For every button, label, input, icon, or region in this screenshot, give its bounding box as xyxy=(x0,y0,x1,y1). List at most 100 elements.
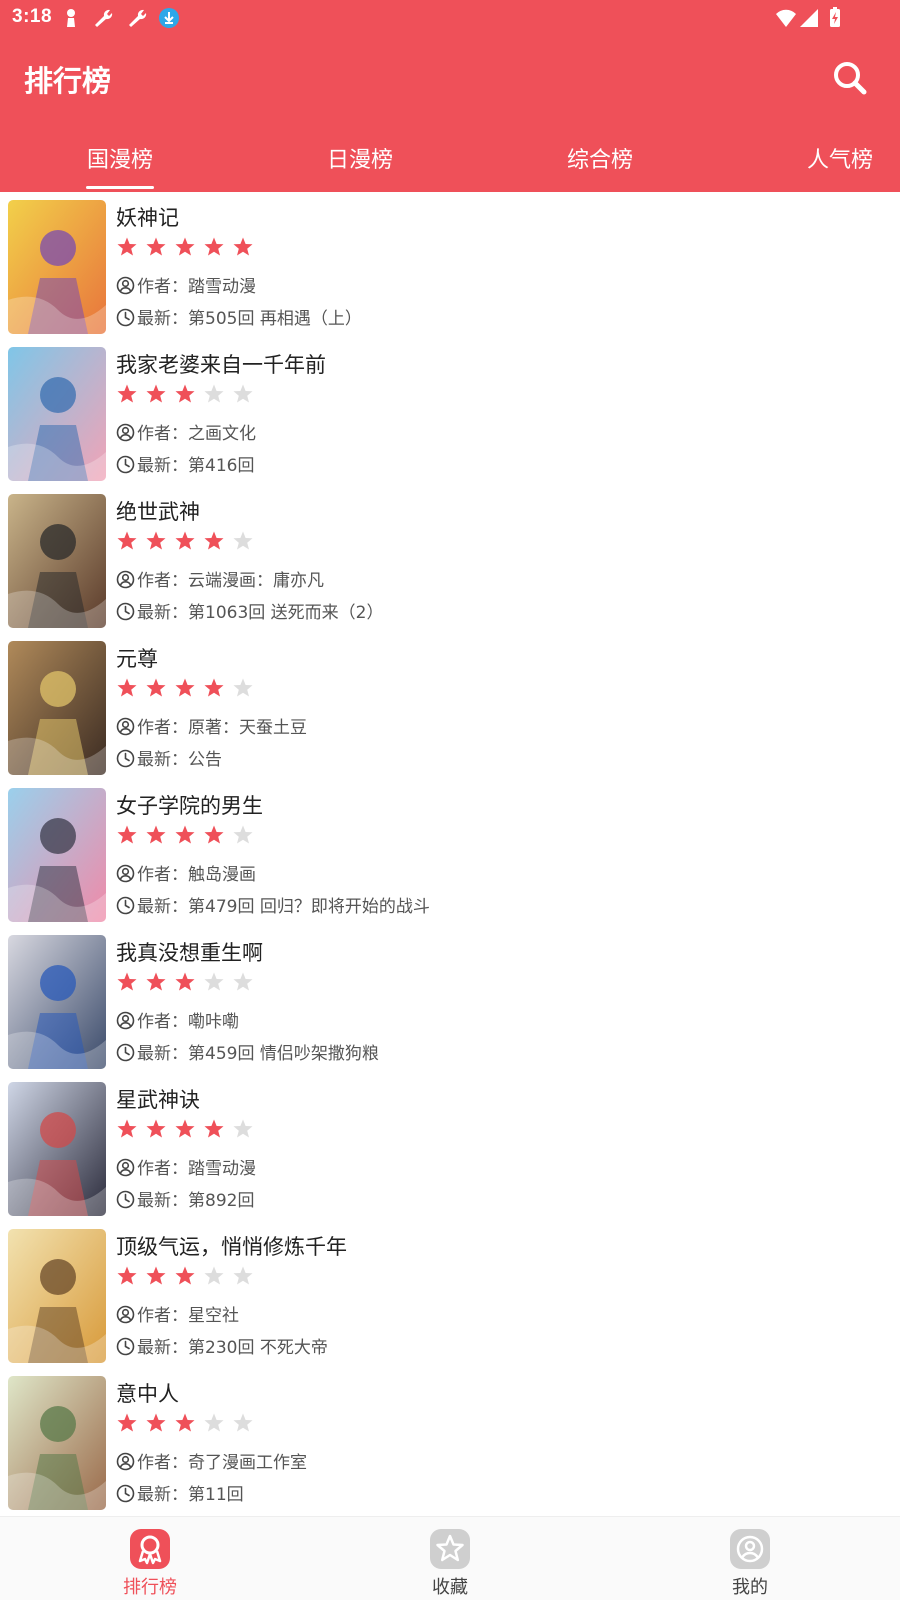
user-circle-icon xyxy=(116,864,135,883)
star-icon xyxy=(232,1265,254,1287)
star-icon xyxy=(174,677,196,699)
latest-chapter: 第505回 再相遇（上） xyxy=(188,309,362,329)
user-circle-icon xyxy=(116,717,135,736)
comic-latest-chapter: 最新：第11回 xyxy=(116,1480,244,1505)
author-prefix: 作者： xyxy=(137,424,188,444)
user-circle-icon xyxy=(116,1011,135,1030)
active-tab-indicator xyxy=(86,186,154,189)
nav-profile-label: 我的 xyxy=(732,1577,768,1598)
star-icon xyxy=(232,971,254,993)
latest-chapter: 第230回 不死大帝 xyxy=(188,1338,328,1358)
star-icon xyxy=(145,236,167,258)
comic-cover[interactable] xyxy=(8,1082,106,1216)
nav-ranking-label: 排行榜 xyxy=(123,1577,177,1598)
comic-cover[interactable] xyxy=(8,347,106,481)
comic-latest-chapter: 最新：第892回 xyxy=(116,1186,254,1211)
comic-cover[interactable] xyxy=(8,1376,106,1510)
star-icon xyxy=(232,383,254,405)
star-icon xyxy=(145,1118,167,1140)
list-item[interactable]: 元尊 作者：原著：天蚕土豆 最新：公告 xyxy=(0,633,900,783)
tab-zonghe[interactable]: 综合榜 xyxy=(530,142,670,192)
list-item[interactable]: 绝世武神 作者：云端漫画：庸亦凡 最新：第1063回 送死而来（2） xyxy=(0,486,900,636)
star-icon xyxy=(203,530,225,552)
comic-latest-chapter: 最新：第505回 再相遇（上） xyxy=(116,304,362,329)
latest-chapter: 公告 xyxy=(188,750,222,770)
nav-ranking[interactable]: 排行榜 xyxy=(0,1517,300,1600)
star-icon xyxy=(203,971,225,993)
comic-latest-chapter: 最新：第230回 不死大帝 xyxy=(116,1333,328,1358)
author-name: 触岛漫画 xyxy=(188,865,256,885)
user-circle-icon xyxy=(116,423,135,442)
latest-prefix: 最新： xyxy=(137,1191,188,1211)
clock-icon xyxy=(116,455,135,474)
author-prefix: 作者： xyxy=(137,1306,188,1326)
author-name: 原著：天蚕土豆 xyxy=(188,718,307,738)
author-name: 踏雪动漫 xyxy=(188,277,256,297)
star-icon xyxy=(145,383,167,405)
latest-chapter: 第1063回 送死而来（2） xyxy=(188,603,384,623)
tab-guoman[interactable]: 国漫榜 xyxy=(50,142,190,192)
comic-author: 作者：奇了漫画工作室 xyxy=(116,1448,307,1473)
comic-latest-chapter: 最新：第459回 情侣吵架撒狗粮 xyxy=(116,1039,379,1064)
star-icon xyxy=(116,236,138,258)
latest-prefix: 最新： xyxy=(137,309,188,329)
comic-cover[interactable] xyxy=(8,935,106,1069)
clock-icon xyxy=(116,1190,135,1209)
author-name: 奇了漫画工作室 xyxy=(188,1453,307,1473)
star-icon xyxy=(145,530,167,552)
status-time: 3:18 xyxy=(12,6,53,27)
author-prefix: 作者： xyxy=(137,1012,188,1032)
comic-latest-chapter: 最新：公告 xyxy=(116,745,222,770)
comic-author: 作者：嘞咔嘞 xyxy=(116,1007,239,1032)
wifi-icon xyxy=(775,7,797,29)
star-icon xyxy=(116,383,138,405)
comic-cover[interactable] xyxy=(8,200,106,334)
list-item[interactable]: 我家老婆来自一千年前 作者：之画文化 最新：第416回 xyxy=(0,339,900,489)
comic-cover[interactable] xyxy=(8,641,106,775)
list-item[interactable]: 意中人 作者：奇了漫画工作室 最新：第11回 xyxy=(0,1368,900,1516)
wrench-icon xyxy=(126,7,148,29)
ranking-tabs: 国漫榜 日漫榜 综合榜 人气榜 xyxy=(0,132,900,192)
comic-title: 我家老婆来自一千年前 xyxy=(116,353,326,377)
comic-cover[interactable] xyxy=(8,1229,106,1363)
latest-prefix: 最新： xyxy=(137,750,188,770)
tab-renqi[interactable]: 人气榜 xyxy=(770,142,900,192)
latest-prefix: 最新： xyxy=(137,897,188,917)
comic-cover[interactable] xyxy=(8,788,106,922)
latest-chapter: 第479回 回归？即将开始的战斗 xyxy=(188,897,430,917)
latest-chapter: 第11回 xyxy=(188,1485,244,1505)
list-item[interactable]: 女子学院的男生 作者：触岛漫画 最新：第479回 回归？即将开始的战斗 xyxy=(0,780,900,930)
page-title: 排行榜 xyxy=(24,64,112,98)
signal-icon xyxy=(798,7,820,29)
clock-icon xyxy=(116,1043,135,1062)
list-item[interactable]: 妖神记 作者：踏雪动漫 最新：第505回 再相遇（上） xyxy=(0,192,900,342)
nav-profile[interactable]: 我的 xyxy=(600,1517,900,1600)
list-item[interactable]: 我真没想重生啊 作者：嘞咔嘞 最新：第459回 情侣吵架撒狗粮 xyxy=(0,927,900,1077)
star-icon xyxy=(174,1412,196,1434)
star-icon xyxy=(232,824,254,846)
star-icon xyxy=(145,1265,167,1287)
comic-cover[interactable] xyxy=(8,494,106,628)
author-name: 星空社 xyxy=(188,1306,239,1326)
star-icon xyxy=(174,971,196,993)
star-icon xyxy=(203,1412,225,1434)
star-icon xyxy=(232,236,254,258)
user-circle-icon xyxy=(116,570,135,589)
star-icon xyxy=(203,1265,225,1287)
latest-chapter: 第459回 情侣吵架撒狗粮 xyxy=(188,1044,379,1064)
search-button[interactable] xyxy=(828,56,872,100)
comic-author: 作者：云端漫画：庸亦凡 xyxy=(116,566,324,591)
author-prefix: 作者： xyxy=(137,1453,188,1473)
star-icon xyxy=(203,824,225,846)
star-icon xyxy=(116,530,138,552)
star-icon xyxy=(145,971,167,993)
list-item[interactable]: 星武神诀 作者：踏雪动漫 最新：第892回 xyxy=(0,1074,900,1224)
clock-icon xyxy=(116,602,135,621)
list-item[interactable]: 顶级气运，悄悄修炼千年 作者：星空社 最新：第230回 不死大帝 xyxy=(0,1221,900,1371)
author-prefix: 作者： xyxy=(137,571,188,591)
clock-icon xyxy=(116,896,135,915)
nav-favorites[interactable]: 收藏 xyxy=(300,1517,600,1600)
star-icon xyxy=(232,677,254,699)
comic-author: 作者：踏雪动漫 xyxy=(116,1154,256,1179)
tab-riman[interactable]: 日漫榜 xyxy=(290,142,430,192)
